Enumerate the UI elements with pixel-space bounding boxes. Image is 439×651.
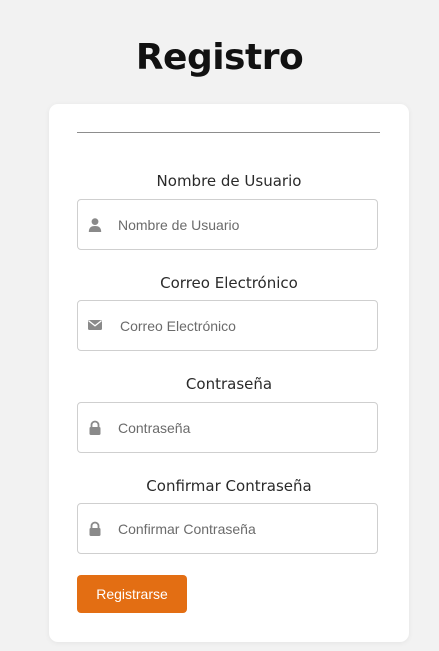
envelope-icon bbox=[88, 320, 102, 330]
divider bbox=[77, 132, 380, 133]
password-label: Contraseña bbox=[185, 375, 273, 393]
username-field-box bbox=[77, 199, 378, 250]
registration-card: Nombre de Usuario Correo Electrónico Con… bbox=[49, 104, 409, 642]
confirm-password-label: Confirmar Contraseña bbox=[146, 477, 312, 495]
email-label: Correo Electrónico bbox=[160, 274, 298, 292]
confirm-password-field-box bbox=[77, 503, 378, 554]
register-button[interactable]: Registrarse bbox=[77, 575, 187, 613]
confirm-password-input[interactable] bbox=[118, 504, 368, 553]
email-input[interactable] bbox=[120, 301, 370, 350]
username-label: Nombre de Usuario bbox=[156, 172, 302, 190]
user-icon bbox=[88, 218, 102, 232]
password-field-box bbox=[77, 402, 378, 453]
lock-icon bbox=[89, 521, 101, 536]
registration-page: Registro Nombre de Usuario Correo Electr… bbox=[0, 0, 439, 651]
password-input[interactable] bbox=[118, 403, 368, 452]
page-title: Registro bbox=[135, 37, 304, 78]
username-input[interactable] bbox=[118, 200, 368, 249]
lock-icon bbox=[89, 420, 101, 435]
email-field-box bbox=[77, 300, 378, 351]
